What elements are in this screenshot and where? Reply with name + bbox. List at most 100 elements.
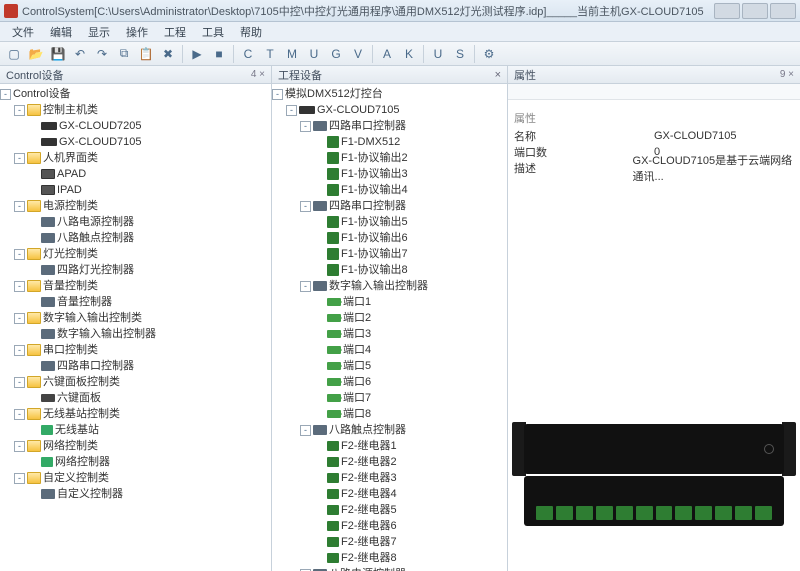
- toolbar-open[interactable]: 📂: [26, 44, 46, 64]
- menu-item-3[interactable]: 操作: [118, 22, 156, 42]
- tree-citem-3-3[interactable]: F2-继电器4: [272, 486, 507, 502]
- tree-cgroup-0[interactable]: -四路串口控制器: [272, 118, 507, 134]
- toolbar-stop[interactable]: ■: [209, 44, 229, 64]
- toolbar-new[interactable]: ▢: [4, 44, 24, 64]
- menu-item-2[interactable]: 显示: [80, 22, 118, 42]
- tree-citem-1-0[interactable]: F1-协议输出5: [272, 214, 507, 230]
- tree-toggle-icon[interactable]: -: [14, 441, 25, 452]
- tree-item-10-0[interactable]: 自定义控制器: [0, 486, 271, 502]
- tree-citem-2-1[interactable]: 端口2: [272, 310, 507, 326]
- tree-toggle-icon[interactable]: -: [0, 89, 11, 100]
- tree-root-center[interactable]: -模拟DMX512灯控台: [272, 86, 507, 102]
- tree-toggle-icon[interactable]: -: [14, 377, 25, 388]
- tree-item-3-0[interactable]: 四路灯光控制器: [0, 262, 271, 278]
- tree-citem-2-7[interactable]: 端口8: [272, 406, 507, 422]
- toolbar-redo[interactable]: ↷: [92, 44, 112, 64]
- tree-item-7-0[interactable]: 六键面板: [0, 390, 271, 406]
- tree-citem-0-3[interactable]: F1-协议输出4: [272, 182, 507, 198]
- tree-citem-1-3[interactable]: F1-协议输出8: [272, 262, 507, 278]
- tree-toggle-icon[interactable]: -: [272, 89, 283, 100]
- tree-project-devices[interactable]: -模拟DMX512灯控台-GX-CLOUD7105-四路串口控制器F1-DMX5…: [272, 86, 507, 571]
- tree-item-0-1[interactable]: GX-CLOUD7105: [0, 134, 271, 150]
- tree-citem-2-4[interactable]: 端口5: [272, 358, 507, 374]
- tree-toggle-icon[interactable]: -: [300, 281, 311, 292]
- toolbar-T[interactable]: T: [260, 44, 280, 64]
- tree-citem-1-1[interactable]: F1-协议输出6: [272, 230, 507, 246]
- tree-toggle-icon[interactable]: -: [14, 313, 25, 324]
- tree-citem-3-7[interactable]: F2-继电器8: [272, 550, 507, 566]
- tree-item-0-0[interactable]: GX-CLOUD7205: [0, 118, 271, 134]
- tree-group-6[interactable]: -串口控制类: [0, 342, 271, 358]
- tree-item-8-0[interactable]: 无线基站: [0, 422, 271, 438]
- tree-item-2-0[interactable]: 八路电源控制器: [0, 214, 271, 230]
- tree-toggle-icon[interactable]: -: [300, 121, 311, 132]
- toolbar-M[interactable]: M: [282, 44, 302, 64]
- menu-item-5[interactable]: 工具: [194, 22, 232, 42]
- tree-host[interactable]: -GX-CLOUD7105: [272, 102, 507, 118]
- toolbar-V[interactable]: V: [348, 44, 368, 64]
- tree-toggle-icon[interactable]: -: [300, 425, 311, 436]
- tree-toggle-icon[interactable]: -: [286, 105, 297, 116]
- menu-item-4[interactable]: 工程: [156, 22, 194, 42]
- tree-citem-2-6[interactable]: 端口7: [272, 390, 507, 406]
- tree-group-3[interactable]: -灯光控制类: [0, 246, 271, 262]
- property-row-2[interactable]: 描述GX-CLOUD7105是基于云端网络通讯...: [514, 160, 794, 176]
- tree-citem-2-3[interactable]: 端口4: [272, 342, 507, 358]
- tree-citem-3-0[interactable]: F2-继电器1: [272, 438, 507, 454]
- panel-body-center[interactable]: -模拟DMX512灯控台-GX-CLOUD7105-四路串口控制器F1-DMX5…: [272, 84, 507, 571]
- tree-item-5-0[interactable]: 数字输入输出控制器: [0, 326, 271, 342]
- toolbar-del[interactable]: ✖: [158, 44, 178, 64]
- menu-item-6[interactable]: 帮助: [232, 22, 270, 42]
- tree-cgroup-3[interactable]: -八路触点控制器: [272, 422, 507, 438]
- tree-citem-3-6[interactable]: F2-继电器7: [272, 534, 507, 550]
- tree-control-devices[interactable]: -Control设备-控制主机类GX-CLOUD7205GX-CLOUD7105…: [0, 86, 271, 502]
- tree-group-5[interactable]: -数字输入输出控制类: [0, 310, 271, 326]
- tree-toggle-icon[interactable]: -: [14, 409, 25, 420]
- toolbar-paste[interactable]: 📋: [136, 44, 156, 64]
- tree-item-1-0[interactable]: APAD: [0, 166, 271, 182]
- tree-citem-3-4[interactable]: F2-继电器5: [272, 502, 507, 518]
- toolbar-S[interactable]: S: [450, 44, 470, 64]
- tree-toggle-icon[interactable]: -: [14, 249, 25, 260]
- toolbar-C[interactable]: C: [238, 44, 258, 64]
- tree-citem-3-5[interactable]: F2-继电器6: [272, 518, 507, 534]
- tree-item-2-1[interactable]: 八路触点控制器: [0, 230, 271, 246]
- tree-toggle-icon[interactable]: -: [14, 153, 25, 164]
- panel-body-left[interactable]: -Control设备-控制主机类GX-CLOUD7205GX-CLOUD7105…: [0, 84, 271, 571]
- tree-toggle-icon[interactable]: -: [14, 201, 25, 212]
- tree-citem-2-2[interactable]: 端口3: [272, 326, 507, 342]
- menu-item-1[interactable]: 编辑: [42, 22, 80, 42]
- tree-cgroup-1[interactable]: -四路串口控制器: [272, 198, 507, 214]
- panel-close-center[interactable]: ×: [495, 69, 501, 81]
- tree-group-10[interactable]: -自定义控制类: [0, 470, 271, 486]
- tree-citem-2-0[interactable]: 端口1: [272, 294, 507, 310]
- tree-toggle-icon[interactable]: -: [14, 105, 25, 116]
- tree-citem-2-5[interactable]: 端口6: [272, 374, 507, 390]
- tree-group-7[interactable]: -六键面板控制类: [0, 374, 271, 390]
- tree-cgroup-2[interactable]: -数字输入输出控制器: [272, 278, 507, 294]
- tree-group-8[interactable]: -无线基站控制类: [0, 406, 271, 422]
- tree-toggle-icon[interactable]: -: [14, 473, 25, 484]
- tree-item-4-0[interactable]: 音量控制器: [0, 294, 271, 310]
- tree-group-1[interactable]: -人机界面类: [0, 150, 271, 166]
- toolbar-copy[interactable]: ⧉: [114, 44, 134, 64]
- tree-toggle-icon[interactable]: -: [14, 345, 25, 356]
- minimize-button[interactable]: [714, 3, 740, 19]
- maximize-button[interactable]: [742, 3, 768, 19]
- tree-item-1-1[interactable]: IPAD: [0, 182, 271, 198]
- toolbar-K[interactable]: K: [399, 44, 419, 64]
- tree-citem-0-2[interactable]: F1-协议输出3: [272, 166, 507, 182]
- toolbar-A[interactable]: A: [377, 44, 397, 64]
- tree-citem-0-1[interactable]: F1-协议输出2: [272, 150, 507, 166]
- toolbar-cfg[interactable]: ⚙: [479, 44, 499, 64]
- close-button[interactable]: [770, 3, 796, 19]
- tree-item-9-0[interactable]: 网络控制器: [0, 454, 271, 470]
- menu-item-0[interactable]: 文件: [4, 22, 42, 42]
- toolbar-G[interactable]: G: [326, 44, 346, 64]
- tree-citem-1-2[interactable]: F1-协议输出7: [272, 246, 507, 262]
- tree-citem-3-2[interactable]: F2-继电器3: [272, 470, 507, 486]
- tree-citem-3-1[interactable]: F2-继电器2: [272, 454, 507, 470]
- tree-toggle-icon[interactable]: -: [300, 201, 311, 212]
- toolbar-save[interactable]: 💾: [48, 44, 68, 64]
- tree-item-6-0[interactable]: 四路串口控制器: [0, 358, 271, 374]
